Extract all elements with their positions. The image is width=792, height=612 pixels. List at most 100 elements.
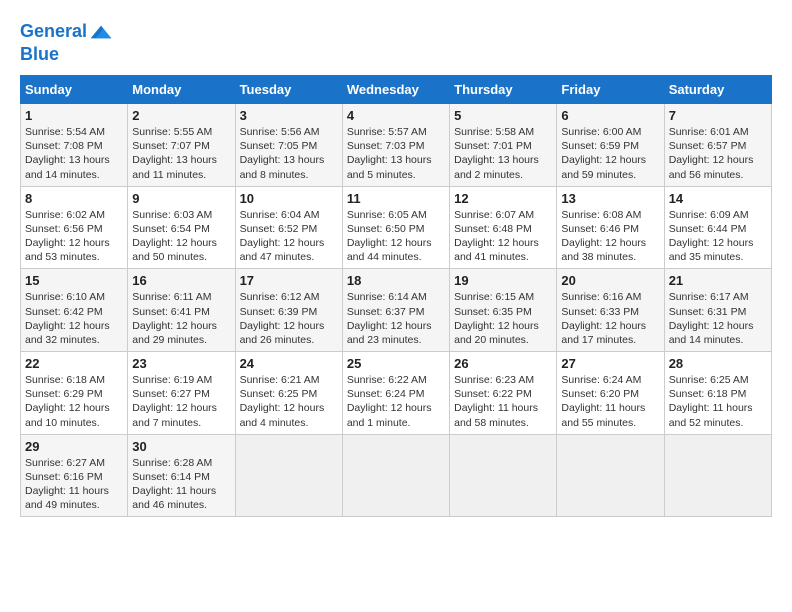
calendar-cell: 5 Sunrise: 5:58 AM Sunset: 7:01 PM Dayli… [450,104,557,187]
day-number: 30 [132,439,230,454]
day-info: Sunrise: 6:19 AM Sunset: 6:27 PM Dayligh… [132,373,230,430]
calendar-cell [450,434,557,517]
calendar-cell: 21 Sunrise: 6:17 AM Sunset: 6:31 PM Dayl… [664,269,771,352]
calendar-cell: 16 Sunrise: 6:11 AM Sunset: 6:41 PM Dayl… [128,269,235,352]
day-info: Sunrise: 6:03 AM Sunset: 6:54 PM Dayligh… [132,208,230,265]
logo: General Blue [20,20,113,65]
calendar-week-row: 1 Sunrise: 5:54 AM Sunset: 7:08 PM Dayli… [21,104,772,187]
day-number: 11 [347,191,445,206]
calendar-cell: 14 Sunrise: 6:09 AM Sunset: 6:44 PM Dayl… [664,186,771,269]
day-info: Sunrise: 6:00 AM Sunset: 6:59 PM Dayligh… [561,125,659,182]
calendar-cell: 24 Sunrise: 6:21 AM Sunset: 6:25 PM Dayl… [235,352,342,435]
day-info: Sunrise: 6:11 AM Sunset: 6:41 PM Dayligh… [132,290,230,347]
day-info: Sunrise: 6:15 AM Sunset: 6:35 PM Dayligh… [454,290,552,347]
day-number: 8 [25,191,123,206]
day-number: 26 [454,356,552,371]
calendar-cell: 20 Sunrise: 6:16 AM Sunset: 6:33 PM Dayl… [557,269,664,352]
day-info: Sunrise: 6:28 AM Sunset: 6:14 PM Dayligh… [132,456,230,513]
day-number: 16 [132,273,230,288]
calendar-cell [342,434,449,517]
logo-icon [89,20,113,44]
logo-text: General [20,22,87,42]
calendar-cell: 27 Sunrise: 6:24 AM Sunset: 6:20 PM Dayl… [557,352,664,435]
calendar-cell: 12 Sunrise: 6:07 AM Sunset: 6:48 PM Dayl… [450,186,557,269]
day-number: 13 [561,191,659,206]
day-number: 17 [240,273,338,288]
day-info: Sunrise: 6:08 AM Sunset: 6:46 PM Dayligh… [561,208,659,265]
day-info: Sunrise: 6:04 AM Sunset: 6:52 PM Dayligh… [240,208,338,265]
day-number: 2 [132,108,230,123]
day-number: 5 [454,108,552,123]
calendar-cell: 11 Sunrise: 6:05 AM Sunset: 6:50 PM Dayl… [342,186,449,269]
day-number: 15 [25,273,123,288]
weekday-header-cell: Sunday [21,76,128,104]
calendar-week-row: 8 Sunrise: 6:02 AM Sunset: 6:56 PM Dayli… [21,186,772,269]
calendar-cell: 3 Sunrise: 5:56 AM Sunset: 7:05 PM Dayli… [235,104,342,187]
day-info: Sunrise: 5:57 AM Sunset: 7:03 PM Dayligh… [347,125,445,182]
day-info: Sunrise: 6:25 AM Sunset: 6:18 PM Dayligh… [669,373,767,430]
day-info: Sunrise: 6:01 AM Sunset: 6:57 PM Dayligh… [669,125,767,182]
day-number: 29 [25,439,123,454]
day-info: Sunrise: 5:58 AM Sunset: 7:01 PM Dayligh… [454,125,552,182]
calendar-cell: 19 Sunrise: 6:15 AM Sunset: 6:35 PM Dayl… [450,269,557,352]
weekday-header-row: SundayMondayTuesdayWednesdayThursdayFrid… [21,76,772,104]
calendar-week-row: 15 Sunrise: 6:10 AM Sunset: 6:42 PM Dayl… [21,269,772,352]
day-number: 22 [25,356,123,371]
day-info: Sunrise: 6:18 AM Sunset: 6:29 PM Dayligh… [25,373,123,430]
calendar-week-row: 22 Sunrise: 6:18 AM Sunset: 6:29 PM Dayl… [21,352,772,435]
day-number: 20 [561,273,659,288]
calendar-cell: 13 Sunrise: 6:08 AM Sunset: 6:46 PM Dayl… [557,186,664,269]
day-number: 3 [240,108,338,123]
day-info: Sunrise: 5:56 AM Sunset: 7:05 PM Dayligh… [240,125,338,182]
weekday-header-cell: Wednesday [342,76,449,104]
day-number: 10 [240,191,338,206]
calendar-week-row: 29 Sunrise: 6:27 AM Sunset: 6:16 PM Dayl… [21,434,772,517]
day-info: Sunrise: 6:10 AM Sunset: 6:42 PM Dayligh… [25,290,123,347]
day-info: Sunrise: 6:12 AM Sunset: 6:39 PM Dayligh… [240,290,338,347]
calendar-cell [235,434,342,517]
calendar-cell: 22 Sunrise: 6:18 AM Sunset: 6:29 PM Dayl… [21,352,128,435]
day-info: Sunrise: 6:21 AM Sunset: 6:25 PM Dayligh… [240,373,338,430]
day-number: 4 [347,108,445,123]
logo-blue: Blue [20,44,113,65]
calendar-cell: 1 Sunrise: 5:54 AM Sunset: 7:08 PM Dayli… [21,104,128,187]
day-number: 7 [669,108,767,123]
calendar-cell: 29 Sunrise: 6:27 AM Sunset: 6:16 PM Dayl… [21,434,128,517]
day-info: Sunrise: 6:27 AM Sunset: 6:16 PM Dayligh… [25,456,123,513]
day-number: 23 [132,356,230,371]
day-number: 1 [25,108,123,123]
calendar-cell: 9 Sunrise: 6:03 AM Sunset: 6:54 PM Dayli… [128,186,235,269]
calendar-cell: 6 Sunrise: 6:00 AM Sunset: 6:59 PM Dayli… [557,104,664,187]
day-number: 28 [669,356,767,371]
day-info: Sunrise: 6:17 AM Sunset: 6:31 PM Dayligh… [669,290,767,347]
day-info: Sunrise: 6:05 AM Sunset: 6:50 PM Dayligh… [347,208,445,265]
day-info: Sunrise: 6:22 AM Sunset: 6:24 PM Dayligh… [347,373,445,430]
day-number: 18 [347,273,445,288]
day-number: 21 [669,273,767,288]
day-info: Sunrise: 6:02 AM Sunset: 6:56 PM Dayligh… [25,208,123,265]
day-number: 6 [561,108,659,123]
calendar-cell: 15 Sunrise: 6:10 AM Sunset: 6:42 PM Dayl… [21,269,128,352]
calendar-table: SundayMondayTuesdayWednesdayThursdayFrid… [20,75,772,517]
weekday-header-cell: Monday [128,76,235,104]
day-number: 12 [454,191,552,206]
calendar-cell: 25 Sunrise: 6:22 AM Sunset: 6:24 PM Dayl… [342,352,449,435]
weekday-header-cell: Saturday [664,76,771,104]
day-info: Sunrise: 6:24 AM Sunset: 6:20 PM Dayligh… [561,373,659,430]
calendar-cell [557,434,664,517]
day-number: 27 [561,356,659,371]
calendar-cell: 26 Sunrise: 6:23 AM Sunset: 6:22 PM Dayl… [450,352,557,435]
weekday-header-cell: Tuesday [235,76,342,104]
day-info: Sunrise: 6:14 AM Sunset: 6:37 PM Dayligh… [347,290,445,347]
calendar-cell: 10 Sunrise: 6:04 AM Sunset: 6:52 PM Dayl… [235,186,342,269]
calendar-cell: 30 Sunrise: 6:28 AM Sunset: 6:14 PM Dayl… [128,434,235,517]
day-info: Sunrise: 5:54 AM Sunset: 7:08 PM Dayligh… [25,125,123,182]
weekday-header-cell: Thursday [450,76,557,104]
calendar-cell [664,434,771,517]
day-info: Sunrise: 5:55 AM Sunset: 7:07 PM Dayligh… [132,125,230,182]
day-number: 24 [240,356,338,371]
calendar-cell: 28 Sunrise: 6:25 AM Sunset: 6:18 PM Dayl… [664,352,771,435]
calendar-cell: 23 Sunrise: 6:19 AM Sunset: 6:27 PM Dayl… [128,352,235,435]
calendar-cell: 2 Sunrise: 5:55 AM Sunset: 7:07 PM Dayli… [128,104,235,187]
day-info: Sunrise: 6:07 AM Sunset: 6:48 PM Dayligh… [454,208,552,265]
